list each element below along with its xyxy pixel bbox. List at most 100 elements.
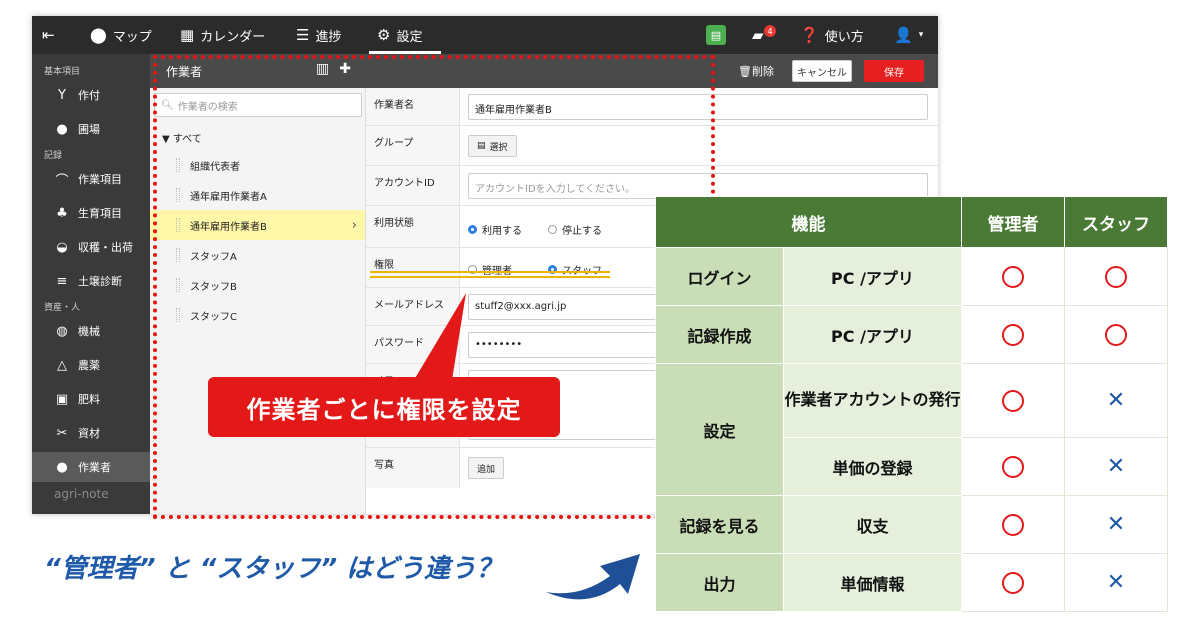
table-cell-feature: 単価の登録 — [783, 437, 962, 496]
table-row: 記録作成 PC /アプリ — [655, 305, 1168, 364]
account-label: アカウントID — [366, 166, 460, 205]
role-admin-radio[interactable]: 管理者 — [468, 262, 512, 277]
list-item[interactable]: 組織代表者 — [150, 150, 365, 180]
search-icon: 🔍︎ — [161, 99, 174, 111]
worker-list-panel: 🔍︎ 作業者の検索 ▼ すべて 組織代表者 通年雇用作業者A 通年雇用作業者B ›… — [150, 88, 366, 514]
sidebar-item-soil[interactable]: ≡ 土壌診断 — [32, 266, 150, 296]
help-label: 使い方 — [824, 29, 864, 45]
table-cell-admin — [961, 305, 1065, 364]
role-staff-radio[interactable]: スタッフ — [548, 262, 602, 277]
sidebar-item-workers[interactable]: ● 作業者 — [32, 452, 150, 482]
curved-arrow-icon — [546, 554, 640, 600]
group-select-button[interactable]: ▤ 選択 — [468, 135, 517, 157]
leaf-icon: ♣ — [56, 205, 68, 221]
nav-settings[interactable]: ⚙ 設定 — [377, 16, 422, 54]
sidebar: 基本項目 Y 作付 ● 圃場 記録 ⌒ 作業項目 ♣ 生育項目 ◒ 収穫・出荷 ≡ 土壌診断… — [32, 54, 150, 514]
sidebar-item-label: 圃場 — [78, 123, 100, 136]
list-item[interactable]: スタッフC — [150, 300, 365, 330]
help-button[interactable]: ❓ 使い方 — [800, 16, 864, 54]
table-cell-feature: 単価情報 — [783, 553, 962, 612]
sidebar-item-pesticide[interactable]: △ 農薬 — [32, 350, 150, 380]
photo-label: 写真 — [366, 448, 460, 488]
nav-map[interactable]: ⬤ マップ — [90, 16, 152, 54]
user-icon: 👤 — [894, 26, 913, 44]
role-staff-label: スタッフ — [562, 262, 602, 277]
sidebar-item-fertilizer[interactable]: ▣ 肥料 — [32, 384, 150, 414]
sprout-icon: Y — [58, 87, 66, 103]
gear-icon: ⚙ — [377, 26, 391, 44]
table-cell-staff: ✕ — [1064, 495, 1168, 554]
sidebar-section-assets: 資産・人 — [44, 303, 81, 313]
table-cell-category: 記録を見る — [655, 495, 784, 554]
sidebar-item-label: 収穫・出荷 — [78, 241, 133, 254]
collapse-menu-button[interactable]: ⇤ — [42, 16, 55, 54]
photo-add-button[interactable]: 追加 — [468, 457, 505, 479]
table-cell-staff: ✕ — [1064, 553, 1168, 612]
sidebar-section-record: 記録 — [44, 151, 63, 161]
delete-button[interactable]: 🗑削除 — [738, 63, 774, 79]
basket-icon: ◒ — [56, 239, 68, 255]
worker-search-input[interactable]: 🔍︎ 作業者の検索 — [154, 93, 362, 117]
drag-handle-icon[interactable] — [176, 218, 180, 232]
callout-label: 作業者ごとに権限を設定 — [208, 377, 560, 437]
account-id-placeholder: アカウントIDを入力してください。 — [475, 184, 636, 195]
drag-handle-icon[interactable] — [176, 278, 180, 292]
delete-label: 削除 — [751, 65, 774, 78]
contact-card-icon[interactable]: ▥ — [316, 61, 329, 77]
radio-checked-icon — [468, 225, 477, 234]
search-placeholder: 作業者の検索 — [177, 101, 238, 113]
nav-calendar[interactable]: ▦ カレンダー — [180, 16, 265, 54]
sidebar-item-label: 生育項目 — [78, 207, 122, 220]
content-header: 作業者 ▥ ✚ 🗑削除 キャンセル 保存 — [150, 54, 938, 88]
notifications-button[interactable]: ▰ — [752, 16, 764, 54]
circle-mark-icon — [1002, 455, 1024, 478]
list-item-label: スタッフB — [190, 281, 237, 293]
table-cell-staff: ✕ — [1064, 437, 1168, 496]
calendar-icon: ▦ — [180, 26, 195, 44]
list-item[interactable]: スタッフB — [150, 270, 365, 300]
drag-handle-icon[interactable] — [176, 158, 180, 172]
sidebar-item-label: 土壌診断 — [78, 275, 122, 288]
status-label: 利用状態 — [366, 206, 460, 247]
ledger-icon[interactable]: ▤ — [706, 25, 726, 45]
list-icon: ▤ — [477, 141, 486, 151]
sidebar-item-label: 肥料 — [78, 393, 100, 406]
nav-settings-label: 設定 — [396, 29, 423, 45]
highlight-underline — [370, 276, 610, 278]
add-icon[interactable]: ✚ — [339, 61, 351, 77]
drag-handle-icon[interactable] — [176, 308, 180, 322]
cross-mark-icon: ✕ — [1106, 512, 1126, 537]
group-label: グループ — [366, 126, 460, 165]
list-item-selected[interactable]: 通年雇用作業者B › — [150, 210, 365, 240]
list-item[interactable]: スタッフA — [150, 240, 365, 270]
status-use-radio[interactable]: 利用する — [468, 222, 522, 237]
cancel-button[interactable]: キャンセル — [792, 60, 852, 82]
save-button[interactable]: 保存 — [864, 60, 924, 82]
status-stop-label: 停止する — [562, 226, 602, 237]
cross-mark-icon: ✕ — [1106, 388, 1126, 413]
sidebar-item-field[interactable]: ● 圃場 — [32, 114, 150, 144]
caption-question: “管理者” と “スタッフ” はどう違う？ — [44, 554, 503, 584]
drag-handle-icon[interactable] — [176, 248, 180, 262]
table-header-row: 機能 管理者 スタッフ — [655, 196, 1168, 248]
sidebar-item-machine[interactable]: ◍ 機械 — [32, 316, 150, 346]
sidebar-item-harvest[interactable]: ◒ 収穫・出荷 — [32, 232, 150, 262]
sidebar-item-growth[interactable]: ♣ 生育項目 — [32, 198, 150, 228]
sidebar-item-materials[interactable]: ✂ 資材 — [32, 418, 150, 448]
soil-icon: ≡ — [56, 273, 68, 289]
sidebar-item-work[interactable]: ⌒ 作業項目 — [32, 164, 150, 194]
table-row: 出力 単価情報 ✕ — [655, 553, 1168, 612]
worker-name-field[interactable]: 通年雇用作業者B — [468, 94, 928, 120]
nav-progress[interactable]: ☰ 進捗 — [296, 16, 341, 54]
table-cell-admin — [961, 363, 1065, 438]
radio-unchecked-icon — [548, 225, 557, 234]
sidebar-item-crop[interactable]: Y 作付 — [32, 80, 150, 110]
table-cell-admin — [961, 495, 1065, 554]
status-stop-radio[interactable]: 停止する — [548, 222, 602, 237]
tree-root-all[interactable]: ▼ すべて — [162, 130, 202, 145]
user-menu-button[interactable]: 👤 ▾ — [894, 16, 923, 54]
sidebar-item-label: 機械 — [78, 325, 100, 338]
map-pin-icon: ⬤ — [90, 26, 107, 44]
list-item[interactable]: 通年雇用作業者A — [150, 180, 365, 210]
drag-handle-icon[interactable] — [176, 188, 180, 202]
